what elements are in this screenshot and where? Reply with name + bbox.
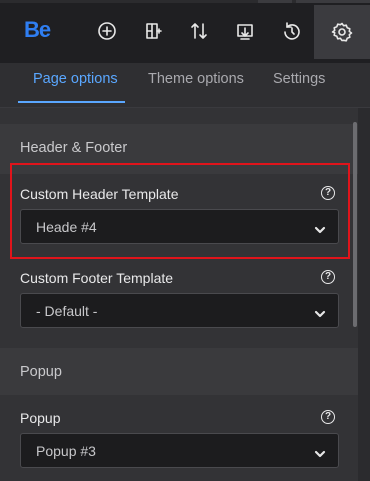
toolbar-top-border — [0, 0, 370, 3]
help-icon[interactable]: ? — [321, 410, 335, 424]
scrollbar-track[interactable] — [358, 108, 370, 481]
toolbar-top-segment — [258, 0, 292, 3]
top-toolbar: Be — [0, 0, 370, 63]
layout-add-icon[interactable] — [136, 14, 170, 48]
tab-theme-options[interactable]: Theme options — [148, 63, 244, 103]
scrollbar-thumb[interactable] — [353, 122, 357, 327]
section-title-header-footer: Header & Footer — [20, 140, 128, 156]
settings-gear-icon[interactable] — [314, 5, 370, 59]
import-export-icon[interactable] — [228, 14, 262, 48]
section-title-popup: Popup — [20, 364, 62, 380]
chevron-down-icon — [314, 306, 326, 318]
custom-footer-template-label: Custom Footer Template — [20, 270, 174, 286]
popup-select[interactable]: Popup #3 — [20, 433, 339, 468]
tab-settings[interactable]: Settings — [273, 63, 325, 103]
select-value: - Default - — [36, 303, 98, 319]
tab-page-options[interactable]: Page options — [33, 63, 118, 103]
add-icon[interactable] — [90, 14, 124, 48]
select-value: Popup #3 — [36, 443, 96, 459]
options-tabs: Page options Theme options Settings — [0, 63, 370, 108]
toolbar-top-segment — [296, 0, 370, 3]
help-icon[interactable]: ? — [321, 270, 335, 284]
active-tab-indicator — [18, 101, 125, 103]
be-logo[interactable]: Be — [24, 17, 51, 43]
history-icon[interactable] — [274, 14, 308, 48]
highlight-annotation-box — [10, 163, 350, 259]
chevron-down-icon — [314, 446, 326, 458]
popup-label: Popup — [20, 410, 61, 426]
sort-arrows-icon[interactable] — [182, 14, 216, 48]
custom-footer-template-select[interactable]: - Default - — [20, 293, 339, 328]
